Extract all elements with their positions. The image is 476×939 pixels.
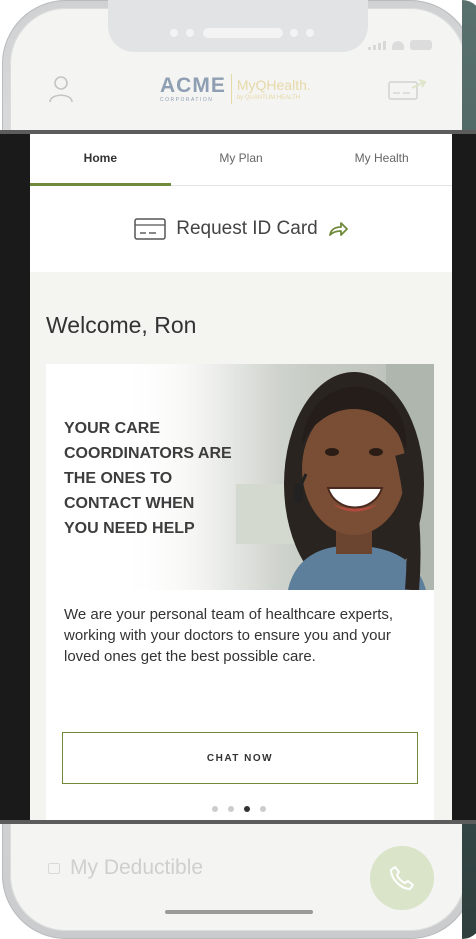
id-card-icon <box>134 218 166 240</box>
headline-line: COORDINATORS ARE <box>64 445 232 462</box>
acme-logo: ACME CORPORATION <box>160 73 226 103</box>
camera-dot <box>170 29 178 37</box>
headline-line: YOU NEED HELP <box>64 520 195 537</box>
logo-text: ACME <box>160 73 226 97</box>
user-icon[interactable] <box>48 74 74 104</box>
carousel-dot-active[interactable] <box>244 806 250 812</box>
sensor-dot <box>290 29 298 37</box>
care-coordinator-card: YOUR CARE COORDINATORS ARE THE ONES TO C… <box>46 364 434 820</box>
partner-name: MyQHealth. <box>236 77 311 93</box>
carousel-dot[interactable] <box>228 806 234 812</box>
headline-line: YOUR CARE <box>64 420 161 437</box>
tab-label: My Health <box>354 151 409 165</box>
hero-headline: YOUR CARE COORDINATORS ARE THE ONES TO C… <box>64 416 264 541</box>
headline-line: THE ONES TO <box>64 470 173 487</box>
phone-notch <box>108 0 368 52</box>
wifi-icon <box>392 41 404 50</box>
tab-bar: Home My Plan My Health <box>30 134 452 186</box>
home-indicator[interactable] <box>165 910 313 914</box>
app-header: ACME CORPORATION MyQHealth. by QUANTUM H… <box>28 60 448 120</box>
headline-line: CONTACT WHEN <box>64 495 195 512</box>
hero-description: We are your personal team of healthcare … <box>64 606 394 665</box>
deductible-label: My Deductible <box>70 856 204 879</box>
call-button[interactable] <box>370 846 434 910</box>
sensor-dot <box>186 29 194 37</box>
signal-icon <box>368 41 386 50</box>
phone-icon <box>390 866 414 890</box>
chat-now-button[interactable]: CHAT NOW <box>62 732 418 784</box>
wallet-icon <box>48 862 60 874</box>
bottom-section: My Deductible <box>28 830 448 930</box>
battery-icon <box>410 40 432 50</box>
status-bar <box>368 40 432 50</box>
brand-logo: ACME CORPORATION MyQHealth. by QUANTUM H… <box>160 70 324 108</box>
tab-my-health[interactable]: My Health <box>311 134 452 185</box>
logo-divider <box>230 74 232 104</box>
side-shade-right <box>452 134 476 820</box>
side-shade-left <box>0 134 30 820</box>
tab-home[interactable]: Home <box>30 134 171 186</box>
carousel-dot[interactable] <box>212 806 218 812</box>
welcome-heading: Welcome, Ron <box>46 312 197 338</box>
content-region: Home My Plan My Health Request ID Card W… <box>0 130 476 824</box>
tab-label: My Plan <box>219 151 263 165</box>
chat-now-label: CHAT NOW <box>206 752 274 764</box>
my-deductible-row[interactable]: My Deductible <box>48 856 203 880</box>
smiling-woman-photo <box>236 364 434 590</box>
sensor-dot <box>306 29 314 37</box>
partner-byline: by QUANTUM HEALTH <box>236 95 301 101</box>
home-content: Home My Plan My Health Request ID Card W… <box>30 134 452 820</box>
logo-subtext: CORPORATION <box>160 96 214 103</box>
share-arrow-icon <box>328 222 348 236</box>
tab-label: Home <box>83 151 117 165</box>
hero-image: YOUR CARE COORDINATORS ARE THE ONES TO C… <box>46 364 434 590</box>
tab-my-plan[interactable]: My Plan <box>171 134 312 185</box>
carousel-dot[interactable] <box>260 806 266 812</box>
partner-logo: MyQHealth. by QUANTUM HEALTH <box>236 77 311 102</box>
request-id-label: Request ID Card <box>176 218 318 239</box>
speaker-grille <box>203 28 283 38</box>
carousel-indicator <box>212 806 266 812</box>
request-id-card-button[interactable]: Request ID Card <box>30 186 452 272</box>
id-card-share-icon[interactable] <box>388 78 428 100</box>
